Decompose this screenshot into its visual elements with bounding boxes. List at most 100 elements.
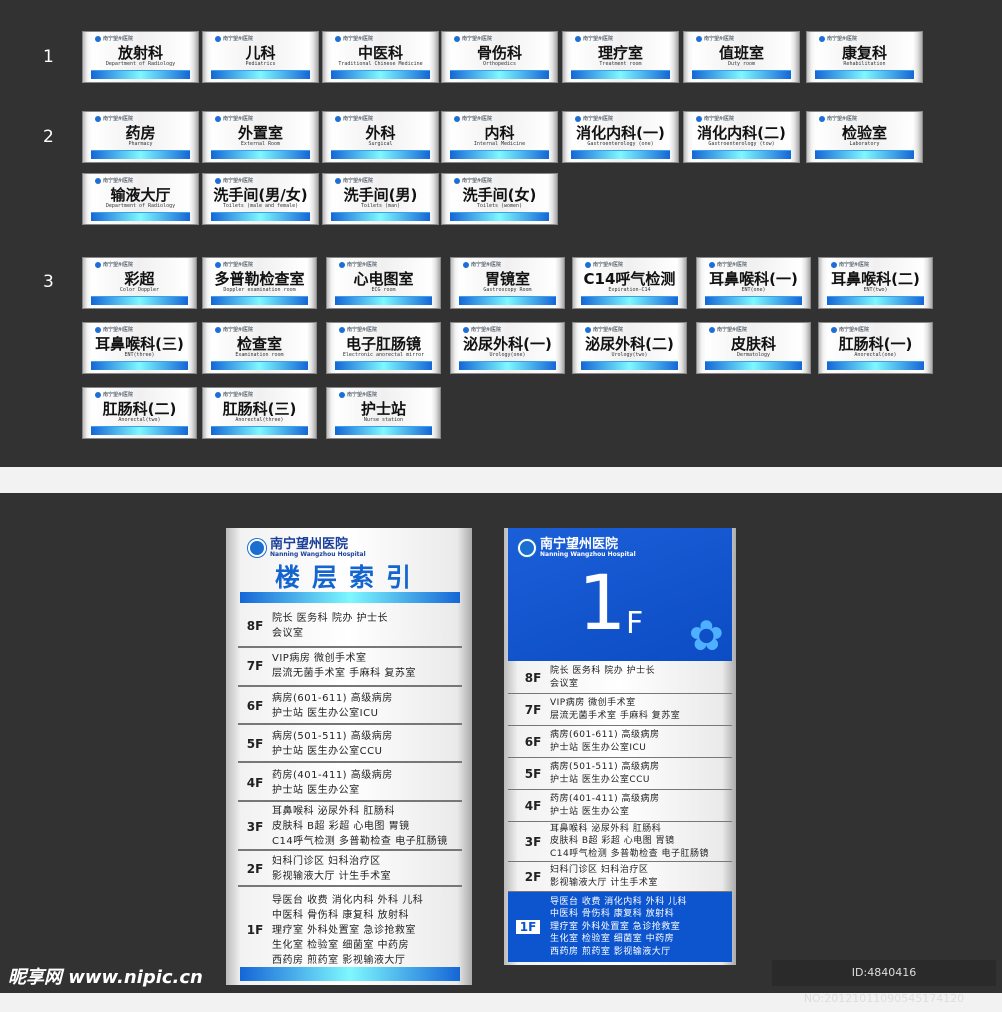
sign-title: 康复科 [841,44,887,62]
hospital-emblem-icon [585,261,591,268]
sign-subtitle: Urology(two) [611,352,648,358]
hospital-name: 南宁望州医院 [717,262,748,268]
hospital-name: 南宁望州医院 [103,178,134,184]
hospital-emblem-icon [215,326,221,333]
door-sign: 南宁望州医院 电子肛肠镜 Electronic anorectal mirror [326,322,441,374]
sign-bar [705,361,802,370]
hospital-name: 南宁望州医院 [839,262,870,268]
hospital-logo: 南宁望州医院 [709,326,747,333]
sign-subtitle: Electronic anorectal mirror [342,352,425,358]
sign-bar [331,212,430,221]
current-floor-row: 1F 导医台 收费 消化内科 外科 儿科 中医科 骨伤科 康复科 放射科 理疗室 外科… [508,892,732,962]
sign-title: 洗手间(女) [462,186,537,204]
door-sign: 南宁望州医院 洗手间(男) Toilets (man) [322,173,439,225]
door-sign: 南宁望州医院 检查室 Examination room [202,322,317,374]
sign-subtitle: Gastroenterology (tow) [708,141,775,147]
sign-bar [692,150,791,159]
hospital-emblem-icon [831,261,837,268]
door-sign: 南宁望州医院 药房 Pharmacy [82,111,199,163]
sign-bar [459,296,556,305]
hospital-logo: 南宁望州医院 [696,115,734,122]
floor-departments: 层流无菌手术室 手麻科 复苏室 [550,710,681,721]
sign-bar [705,296,802,305]
floor-departments: 会议室 [272,628,304,639]
door-sign: 南宁望州医院 内科 Internal Medicine [441,111,558,163]
sign-title: 皮肤科 [730,335,776,353]
hospital-emblem-icon [95,35,101,42]
hospital-logo: 南宁望州医院 [339,391,377,398]
sign-bar [827,361,924,370]
hospital-name: 南宁望州医院 [347,327,378,333]
sign-title: 心电图室 [353,270,414,288]
current-floor-suffix: F [626,606,644,641]
hospital-logo: 南宁望州医院 [215,115,253,122]
sign-title: 肛肠科(一) [838,335,913,353]
hospital-logo: 南宁望州医院 [709,261,747,268]
sign-bar [91,212,190,221]
sign-subtitle: Toilets (women) [476,203,523,209]
door-sign: 南宁望州医院 外置室 External Room [202,111,319,163]
floor-label: 6F [524,734,542,749]
hospital-emblem-icon [585,326,591,333]
sign-bar [331,70,430,79]
sign-title: 耳鼻喉科(一) [709,270,798,288]
sign-title: 外科 [365,124,396,142]
sign-bar [827,296,924,305]
sign-bar [450,70,549,79]
hospital-logo: 南宁望州医院 [335,115,373,122]
hospital-emblem-icon [454,35,460,42]
sign-subtitle: External Room [240,141,281,147]
flower-decoration-icon: ✿ [688,611,724,660]
floor-row: 5F 病房(501-511) 高级病房 护士站 医生办公室CCU [238,727,462,763]
sign-bar [91,361,188,370]
hospital-name: 南宁望州医院 [223,116,254,122]
hospital-emblem-icon [339,261,345,268]
hospital-emblem-icon [696,115,702,122]
hospital-logo: 南宁望州医院 [335,35,373,42]
floor-row: 8F 院长 医务科 院办 护士长 会议室 [238,606,462,648]
floor-row: 5F 病房(501-511) 高级病房 护士站 医生办公室CCU [508,758,732,790]
hospital-name: 南宁望州医院 [462,178,493,184]
hospital-name: 南宁望州医院 [103,327,134,333]
sign-bar [331,150,430,159]
floor-label: 5F [246,737,264,751]
hospital-emblem-icon [819,35,825,42]
sign-bar [335,296,432,305]
hospital-name: 南宁望州医院 [704,116,735,122]
hospital-name: 南宁望州医院 [462,36,493,42]
sign-title: 耳鼻喉科(三) [95,335,184,353]
floor-departments: 护士站 医生办公室 [550,806,630,817]
hospital-logo: 南宁望州医院 [95,261,133,268]
floor-departments: 病房(501-511) 高级病房 [550,762,660,772]
floor-index-sign: 南宁望州医院 Nanning Wangzhou Hospital 楼层索引 8F… [226,528,472,985]
hospital-name: 南宁望州医院 [223,392,254,398]
hospital-name: 南宁望州医院 [103,36,134,42]
hospital-name: 南宁望州医院 [223,262,254,268]
sign-subtitle: ENT(one) [741,287,766,293]
floor-departments: 药房(401-411) 高级病房 [272,769,393,781]
hospital-emblem-icon [215,261,221,268]
hospital-name: 南宁望州医院 [839,327,870,333]
door-sign: 南宁望州医院 洗手间(女) Toilets (women) [441,173,558,225]
floor-departments: 导医台 收费 消化内科 外科 儿科 [272,894,424,906]
bottom-bar [240,967,460,981]
sign-subtitle: Gastroscopy Room [483,287,532,293]
hospital-name: 南宁望州医院 [471,327,502,333]
sign-subtitle: Urology(one) [489,352,526,358]
sign-bar [815,150,914,159]
floor-row: 4F 药房(401-411) 高级病房 护士站 医生办公室 [508,790,732,822]
door-sign: 南宁望州医院 肛肠科(一) Anorectal(one) [818,322,933,374]
floor-departments: 耳鼻喉科 泌尿外科 肛肠科 [272,806,395,817]
sign-title: 泌尿外科(一) [463,335,552,353]
hospital-name: 南宁望州医院 [343,116,374,122]
hospital-name-en: Nanning Wangzhou Hospital [270,551,366,558]
door-sign: 南宁望州医院 耳鼻喉科(三) ENT(three) [82,322,197,374]
sign-title: 肛肠科(三) [222,400,297,418]
hospital-name-en: Nanning Wangzhou Hospital [540,551,636,558]
door-sign: 南宁望州医院 泌尿外科(二) Urology(two) [572,322,687,374]
row-label-3: 3 [43,272,54,292]
floor-row: 1F 导医台 收费 消化内科 外科 儿科 中医科 骨伤科 康复科 放射科 理疗室 外科… [238,889,462,971]
sign-subtitle: Rehabilitation [843,61,886,67]
floor-departments: 生化室 检验室 细菌室 中药房 [272,939,410,951]
sign-subtitle: Gastroenterology (one) [587,141,654,147]
